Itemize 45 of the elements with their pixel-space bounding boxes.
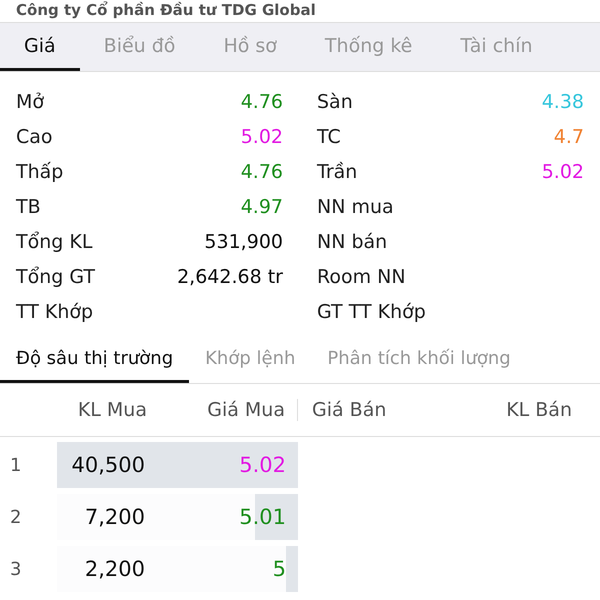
stat-value: 4.7 (554, 126, 584, 148)
stat-value: 4.38 (542, 90, 584, 112)
stat-value: 5.02 (542, 160, 584, 182)
bid-volume: 40,500 (70, 453, 145, 477)
stat-label: Tổng GT (16, 266, 96, 288)
column-header: Giá Bán (311, 399, 388, 421)
bid-price: 5.01 (239, 505, 287, 529)
stat-label: TB (16, 196, 41, 218)
tab[interactable]: Khớp lệnh (189, 337, 312, 383)
column-header: Giá Mua (147, 399, 298, 421)
stat-label: Cao (16, 126, 53, 148)
stat-label: TC (317, 126, 341, 148)
tab[interactable]: Tài chín (436, 23, 557, 71)
row-number: 1 (9, 454, 22, 476)
stat-value: 531,900 (204, 230, 283, 252)
tab[interactable]: Phân tích khối lượng (311, 337, 527, 383)
stat-value: 4.76 (240, 90, 283, 112)
column-header: KL Mua (76, 399, 147, 421)
bid-volume: 2,200 (84, 557, 145, 581)
stat-value: 5.02 (240, 126, 283, 148)
tab[interactable]: Độ sâu thị trường (0, 337, 190, 383)
stat-label: NN mua (317, 196, 394, 218)
stat-label: Sàn (317, 90, 353, 112)
stat-value: 4.76 (240, 160, 283, 182)
stat-label: Tổng KL (16, 230, 92, 252)
stat-label: NN bán (317, 230, 388, 252)
column-header: KL Bán (505, 399, 572, 421)
tab[interactable]: Biểu đồ (80, 23, 200, 71)
tab[interactable]: Hồ sơ (199, 23, 301, 71)
bid-price: 5 (272, 557, 287, 581)
stat-value: 2,642.68 tr (177, 266, 283, 288)
stat-label: Trần (317, 160, 358, 182)
stat-label: Mở (16, 90, 44, 112)
stat-label: TT Khớp (16, 300, 94, 322)
bid-volume: 7,200 (84, 505, 145, 529)
stat-label: Room NN (317, 266, 406, 288)
tab[interactable]: Giá (0, 23, 80, 71)
tab[interactable]: Thống kê (300, 23, 436, 71)
row-number: 3 (9, 558, 22, 580)
stat-value: 4.97 (240, 196, 283, 218)
bid-price: 5.02 (239, 453, 287, 477)
stat-label: GT TT Khớp (317, 300, 426, 322)
row-number: 2 (9, 506, 22, 528)
stat-label: Thấp (16, 160, 64, 182)
company-title: Công ty Cổ phần Đầu tư TDG Global (15, 0, 317, 21)
